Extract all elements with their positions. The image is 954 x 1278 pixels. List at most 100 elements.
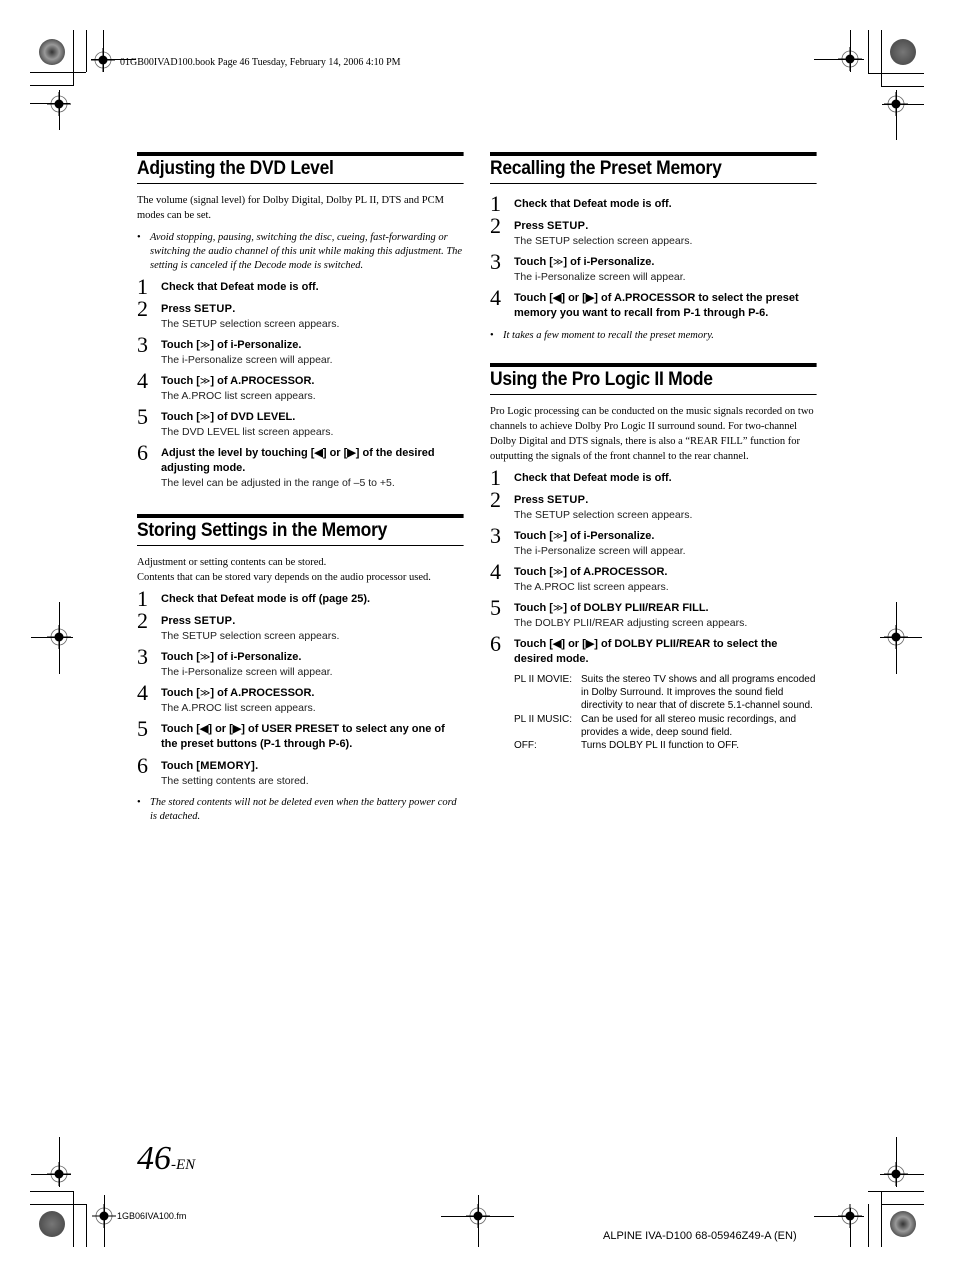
crop-line — [86, 30, 87, 72]
step-instruction: Touch [≫] of A.PROCESSOR. — [161, 374, 464, 389]
step-instruction: Adjust the level by touching [◀] or [▶] … — [161, 446, 464, 476]
note-text: It takes a few moment to recall the pres… — [503, 330, 714, 341]
instruction-text: Touch [ — [514, 566, 553, 578]
instruction-text: . — [255, 760, 259, 772]
instruction-text: ] of A.PROCESSOR. — [563, 566, 668, 578]
forward-arrow-icon: ≫ — [552, 603, 564, 614]
step-item: 3 Touch [≫] of i-Personalize. The i-Person… — [137, 645, 464, 679]
step-result: The SETUP selection screen appears. — [514, 235, 693, 247]
intro-line: Adjustment or setting contents can be st… — [137, 557, 327, 568]
step-item: 3 Touch [≫] of i-Personalize. The i-Person… — [490, 250, 817, 284]
step-list: 1 Check that Defeat mode is off. 2 Press SE… — [490, 192, 817, 321]
instruction-text: ] of i-Personalize. — [210, 339, 302, 351]
instruction-text: Check that Defeat mode is off. — [161, 281, 319, 293]
step-instruction: Check that Defeat mode is off (page 25). — [161, 592, 464, 607]
crop-line — [31, 637, 73, 638]
section-title: Recalling the Preset Memory — [490, 152, 818, 184]
step-instruction: Touch [≫] of i-Personalize. — [514, 529, 817, 544]
instruction-text: ] of i-Personalize. — [563, 256, 655, 268]
crop-line — [814, 1216, 864, 1217]
step-number: 5 — [490, 595, 501, 620]
left-column: Adjusting the DVD Level The volume (sign… — [137, 152, 465, 824]
step-instruction: Press SETUP. — [161, 614, 464, 629]
note-text: Avoid stopping, pausing, switching the d… — [150, 232, 463, 271]
crop-line — [850, 30, 851, 72]
instruction-text: Touch [ — [161, 411, 200, 423]
mode-term: PL II MOVIE: — [514, 674, 572, 685]
step-item: 3 Touch [≫] of i-Personalize. The i-Person… — [490, 524, 817, 558]
crop-line — [478, 1195, 479, 1247]
instruction-text: ] of A.PROCESSOR. — [210, 375, 315, 387]
crop-line — [896, 602, 897, 674]
crop-line — [880, 637, 922, 638]
step-result: The i-Personalize screen will appear. — [514, 545, 686, 557]
forward-arrow-icon: ≫ — [552, 531, 564, 542]
button-key-label: SETUP — [547, 494, 586, 506]
section-storing-settings: Storing Settings in the Memory Adjustmen… — [137, 514, 465, 824]
crop-line — [103, 30, 104, 72]
step-list: 1 Check that Defeat mode is off (page 25)… — [137, 587, 464, 788]
crop-line — [30, 1191, 74, 1192]
step-item: 4 Touch [≫] of A.PROCESSOR. The A.PROC lis… — [490, 560, 817, 594]
instruction-text: . — [585, 494, 589, 506]
step-item: 4 Touch [≫] of A.PROCESSOR. The A.PROC lis… — [137, 681, 464, 715]
section-title: Using the Pro Logic II Mode — [490, 363, 818, 395]
note: • The stored contents will not be deleted… — [137, 796, 464, 824]
crop-line — [881, 1191, 882, 1247]
step-item: 3 Touch [≫] of i-Personalize. The i-Person… — [137, 333, 464, 367]
step-instruction: Touch [≫] of i-Personalize. — [161, 338, 464, 353]
step-number: 2 — [490, 213, 501, 238]
mode-list: PL II MOVIE: Suits the stereo TV shows a… — [514, 673, 817, 752]
crop-line — [30, 103, 70, 104]
step-item: 6 Touch [MEMORY]. The setting contents are… — [137, 754, 464, 788]
step-number: 6 — [137, 440, 148, 465]
crop-line — [896, 90, 897, 140]
step-item: 1 Check that Defeat mode is off (page 25)… — [137, 587, 464, 611]
instruction-text: . — [232, 615, 236, 627]
step-list: 1 Check that Defeat mode is off. 2 Press SE… — [137, 275, 464, 490]
instruction-text: Check that Defeat mode is off (page 25). — [161, 593, 371, 605]
color-target-icon — [39, 1211, 65, 1237]
step-item: 5 Touch [◀] or [▶] of USER PRESET to sele… — [137, 717, 464, 752]
instruction-text: ] of A.PROCESSOR. — [210, 687, 315, 699]
footer-model-code: ALPINE IVA-D100 68-05946Z49-A (EN) — [603, 1230, 797, 1242]
instruction-text: Touch [ — [161, 339, 200, 351]
crop-line — [30, 1204, 87, 1205]
bullet-icon: • — [490, 330, 494, 341]
step-number: 2 — [137, 296, 148, 321]
instruction-text: Touch [ — [161, 687, 200, 699]
step-result: The i-Personalize screen will appear. — [514, 271, 686, 283]
step-item: 5 Touch [≫] of DOLBY PLII/REAR FILL. The D… — [490, 596, 817, 630]
step-number: 4 — [490, 285, 501, 310]
instruction-text: Touch [◀] or [▶] of A.PROCESSOR to selec… — [514, 292, 799, 319]
section-title: Storing Settings in the Memory — [137, 514, 465, 546]
mode-description: Can be used for all stereo music recordi… — [581, 714, 797, 738]
step-instruction: Check that Defeat mode is off. — [514, 197, 817, 212]
instruction-text: Press — [514, 494, 548, 506]
step-instruction: Touch [≫] of A.PROCESSOR. — [514, 565, 817, 580]
instruction-text: Adjust the level by touching [◀] or [▶] … — [161, 447, 435, 474]
instruction-text: Touch [ — [514, 602, 553, 614]
step-instruction: Touch [≫] of DOLBY PLII/REAR FILL. — [514, 601, 817, 616]
step-number: 4 — [490, 559, 501, 584]
step-result: The i-Personalize screen will appear. — [161, 666, 333, 678]
step-number: 6 — [137, 753, 148, 778]
step-instruction: Touch [MEMORY]. — [161, 759, 464, 774]
section-intro: The volume (signal level) for Dolby Digi… — [137, 195, 444, 221]
step-number: 6 — [490, 631, 501, 656]
step-number: 4 — [137, 680, 148, 705]
step-instruction: Check that Defeat mode is off. — [514, 471, 817, 486]
crop-line — [73, 30, 74, 85]
section-pro-logic-ii: Using the Pro Logic II Mode Pro Logic pr… — [490, 363, 818, 752]
color-target-icon — [39, 39, 65, 65]
crop-line — [59, 602, 60, 674]
mode-item-pl-ii-music: PL II MUSIC: Can be used for all stereo … — [514, 713, 817, 739]
note: • It takes a few moment to recall the pre… — [490, 329, 817, 343]
crop-line — [31, 1174, 71, 1175]
mode-item-off: OFF: Turns DOLBY PL II function to OFF. — [514, 739, 817, 752]
step-result: The setting contents are stored. — [161, 775, 309, 787]
step-item: 1 Check that Defeat mode is off. — [137, 275, 464, 299]
instruction-text: Check that Defeat mode is off. — [514, 472, 672, 484]
instruction-text: Touch — [161, 760, 197, 772]
instruction-text: ] of DVD LEVEL. — [210, 411, 296, 423]
